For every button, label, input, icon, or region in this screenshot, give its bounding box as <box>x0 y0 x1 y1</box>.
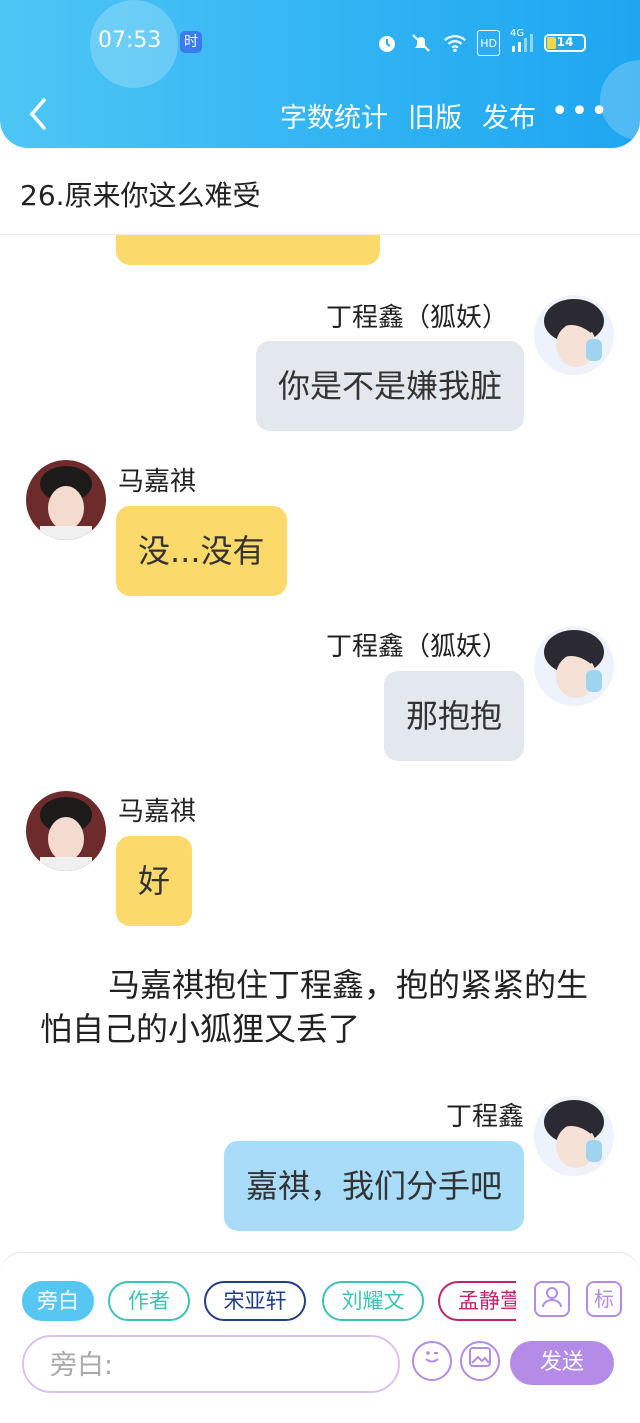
wifi-icon <box>443 32 467 54</box>
message-bubble[interactable]: 没...没有 <box>116 506 287 596</box>
speaker-name: 丁程鑫（狐妖） <box>325 303 508 333</box>
message-bubble[interactable]: 那抱抱 <box>383 671 524 761</box>
alarm-icon <box>375 32 399 54</box>
avatar[interactable] <box>534 1096 614 1176</box>
battery-level: 14 <box>556 35 574 49</box>
chapter-title[interactable]: 26.原来你这么难受 <box>20 174 261 214</box>
app-header: 07:53 时 HD 4G 14 字数统计 旧版 发布 ••• <box>0 0 640 148</box>
message-input-box[interactable] <box>22 1335 400 1393</box>
battery-icon: 14 <box>544 34 586 52</box>
network-type: 4G <box>510 28 525 39</box>
image-icon[interactable] <box>460 1341 500 1381</box>
chapter-title-bar: 26.原来你这么难受 <box>0 148 640 235</box>
publish-button[interactable]: 发布 <box>482 96 536 135</box>
avatar[interactable] <box>534 295 614 375</box>
role-chip-character[interactable]: 孟静萱 <box>438 1281 516 1321</box>
message-bubble[interactable]: 嘉祺，我们分手吧 <box>223 1141 524 1231</box>
narration-text[interactable]: 马嘉祺抱住丁程鑫，抱的紧紧的生怕自己的小狐狸又丢了 <box>40 963 610 1051</box>
navbar: 字数统计 旧版 发布 ••• <box>0 92 640 136</box>
add-character-icon[interactable] <box>534 1281 570 1317</box>
status-bar: 07:53 时 HD 4G 14 <box>0 28 640 60</box>
avatar[interactable] <box>26 791 106 871</box>
more-icon[interactable]: ••• <box>551 94 610 129</box>
signal-icon: 4G <box>510 28 534 54</box>
time-badge: 时 <box>180 31 202 53</box>
nav-actions: 字数统计 旧版 发布 <box>280 96 536 135</box>
composer: 旁白 作者 宋亚轩 刘耀文 孟静萱 标 发送 <box>0 1252 640 1423</box>
role-chip-narrator[interactable]: 旁白 <box>22 1281 94 1321</box>
emoji-icon[interactable] <box>412 1341 452 1381</box>
tag-button[interactable]: 标 <box>586 1281 622 1317</box>
clock: 07:53 <box>98 28 162 53</box>
role-chip-author[interactable]: 作者 <box>108 1281 190 1321</box>
status-icons: HD 4G 14 <box>375 28 586 56</box>
hd-icon: HD <box>477 30 500 56</box>
word-count-button[interactable]: 字数统计 <box>280 96 388 135</box>
role-chip-character[interactable]: 刘耀文 <box>322 1281 424 1321</box>
role-chip-character[interactable]: 宋亚轩 <box>204 1281 306 1321</box>
message-bubble[interactable]: 你是不是嫌我脏 <box>255 341 524 431</box>
mute-icon <box>409 32 433 54</box>
message-input[interactable] <box>48 1347 382 1383</box>
speaker-name: 丁程鑫 <box>445 1102 524 1132</box>
avatar[interactable] <box>534 626 614 706</box>
speaker-name: 马嘉祺 <box>118 467 197 497</box>
back-arrow-icon[interactable] <box>24 94 64 134</box>
old-version-button[interactable]: 旧版 <box>408 96 462 135</box>
message-bubble[interactable]: 好 <box>116 836 193 926</box>
chat-area[interactable]: 丁程鑫（狐妖） 你是不是嫌我脏 马嘉祺 没...没有 丁程鑫（狐妖） 那抱抱 马… <box>0 235 640 1255</box>
speaker-name: 马嘉祺 <box>118 797 197 827</box>
send-button[interactable]: 发送 <box>510 1341 614 1385</box>
avatar[interactable] <box>26 460 106 540</box>
speaker-name: 丁程鑫（狐妖） <box>325 632 508 662</box>
message-bubble-partial[interactable] <box>116 235 380 265</box>
